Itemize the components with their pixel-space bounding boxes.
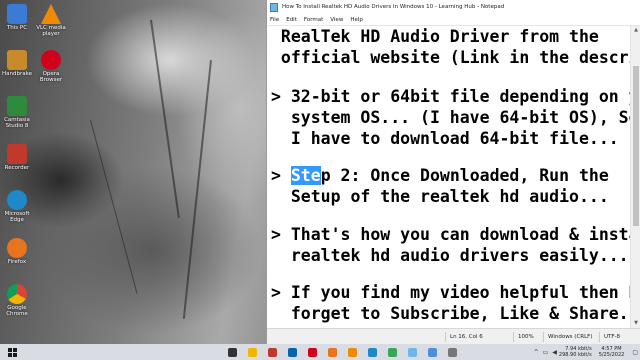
desktop-icon-opera[interactable]: Opera Browser bbox=[36, 50, 66, 83]
desktop-icon-camtasia[interactable]: Camtasia Studio 8 bbox=[2, 96, 32, 129]
desktop-icon-edge[interactable]: Microsoft Edge bbox=[2, 190, 32, 223]
text-editor-area[interactable]: RealTek HD Audio Driver from the officia… bbox=[267, 26, 631, 328]
handbrake-icon bbox=[7, 50, 27, 70]
desktop-icon-handbrake[interactable]: Handbrake bbox=[2, 50, 32, 77]
status-line-ending: Windows (CRLF) bbox=[543, 331, 599, 342]
status-bar: Ln 16, Col 6 100% Windows (CRLF) UTF-8 bbox=[267, 328, 640, 344]
notepad-window[interactable]: How To Install Realtek HD Audio Drivers … bbox=[266, 0, 640, 344]
wallpaper-crack bbox=[90, 119, 138, 294]
text-paragraph: > Step 2: Once Downloaded, Run the Setup… bbox=[271, 165, 629, 207]
this-pc-icon bbox=[7, 4, 27, 24]
text-paragraph: RealTek HD Audio Driver from the officia… bbox=[280, 27, 631, 67]
taskbar-chrome-button[interactable] bbox=[384, 344, 400, 360]
taskbar-opera-button[interactable] bbox=[304, 344, 320, 360]
recorder-icon bbox=[7, 144, 27, 164]
edge-icon bbox=[367, 347, 377, 357]
wallpaper-crack bbox=[150, 19, 180, 219]
desktop-icon-recorder[interactable]: Recorder bbox=[2, 144, 32, 171]
taskbar-photos-button[interactable] bbox=[424, 344, 440, 360]
notepad-icon bbox=[407, 347, 417, 357]
window-titlebar[interactable]: How To Install Realtek HD Audio Drivers … bbox=[267, 0, 640, 14]
scroll-up-arrow-icon[interactable]: ▲ bbox=[631, 26, 640, 35]
chrome-icon bbox=[7, 284, 27, 304]
taskbar-edge-button[interactable] bbox=[364, 344, 380, 360]
settings-icon bbox=[447, 347, 457, 357]
system-tray: ^ ▭ ◀ 7.94 kbit/s 298.90 kbit/s 4:57 PM … bbox=[532, 344, 640, 360]
network-down-speed: 298.90 kbit/s bbox=[558, 352, 592, 358]
menu-view[interactable]: View bbox=[330, 17, 343, 23]
network-icon[interactable]: ▭ bbox=[543, 349, 549, 356]
text-paragraph: > 32-bit or 64bit file depending on your… bbox=[271, 87, 631, 148]
camtasia-icon bbox=[7, 96, 27, 116]
taskbar-task-view-button[interactable] bbox=[224, 344, 240, 360]
desktop-icon-vlc[interactable]: VLC media player bbox=[36, 4, 66, 37]
text-selection: Ste bbox=[290, 166, 321, 185]
taskbar-vlc-button[interactable] bbox=[344, 344, 360, 360]
desktop-icon-this-pc[interactable]: This PC bbox=[2, 4, 32, 31]
chrome-icon bbox=[387, 347, 397, 357]
vertical-scrollbar[interactable]: ▲ ▼ bbox=[630, 26, 640, 328]
taskbar-mail-button[interactable] bbox=[284, 344, 300, 360]
notepad-icon bbox=[270, 2, 278, 12]
opera-icon bbox=[307, 347, 317, 357]
taskbar-file-explorer-button[interactable] bbox=[244, 344, 260, 360]
clock-date: 5/25/2022 bbox=[598, 352, 625, 358]
clock[interactable]: 4:57 PM 5/25/2022 bbox=[599, 346, 625, 358]
chevron-up-icon[interactable]: ^ bbox=[534, 349, 539, 356]
menu-help[interactable]: Help bbox=[350, 17, 363, 23]
vlc-icon bbox=[41, 4, 61, 24]
mail-icon bbox=[287, 347, 297, 357]
taskbar-firefox-button[interactable] bbox=[324, 344, 340, 360]
desktop-icon-chrome[interactable]: Google Chrome bbox=[2, 284, 32, 317]
screen-recorder-icon bbox=[267, 347, 277, 357]
start-button[interactable] bbox=[4, 344, 20, 360]
task-view-icon bbox=[227, 347, 237, 357]
menu-edit[interactable]: Edit bbox=[286, 17, 297, 23]
opera-icon bbox=[41, 50, 61, 70]
text-fragment: > bbox=[271, 166, 291, 185]
desktop-icon-firefox[interactable]: Firefox bbox=[2, 238, 32, 265]
firefox-icon bbox=[327, 347, 337, 357]
taskbar-settings-button[interactable] bbox=[444, 344, 460, 360]
edge-icon bbox=[7, 190, 27, 210]
firefox-icon bbox=[7, 238, 27, 258]
network-speed: 7.94 kbit/s 298.90 kbit/s bbox=[559, 346, 592, 358]
wallpaper-crack bbox=[182, 60, 212, 319]
taskbar: ^ ▭ ◀ 7.94 kbit/s 298.90 kbit/s 4:57 PM … bbox=[0, 344, 640, 360]
file-explorer-icon bbox=[247, 347, 257, 357]
scroll-down-arrow-icon[interactable]: ▼ bbox=[631, 319, 640, 328]
menu-file[interactable]: File bbox=[270, 17, 279, 23]
text-fragment: p 2: Once Downloaded, Run the Setup of t… bbox=[290, 166, 609, 206]
notification-icon[interactable]: ▢ bbox=[632, 349, 638, 356]
taskbar-screen-recorder-button[interactable] bbox=[264, 344, 280, 360]
status-encoding: UTF-8 bbox=[599, 331, 640, 342]
vlc-icon bbox=[347, 347, 357, 357]
status-cursor-position: Ln 16, Col 6 bbox=[445, 331, 513, 342]
windows-logo-icon bbox=[7, 347, 17, 357]
menu-format[interactable]: Format bbox=[304, 17, 323, 23]
taskbar-notepad-button[interactable] bbox=[404, 344, 420, 360]
menu-bar: File Edit Format View Help bbox=[267, 14, 640, 26]
volume-icon[interactable]: ◀ bbox=[552, 349, 557, 356]
status-zoom: 100% bbox=[513, 331, 543, 342]
window-title: How To Install Realtek HD Audio Drivers … bbox=[282, 4, 505, 10]
photos-icon bbox=[427, 347, 437, 357]
scrollbar-thumb[interactable] bbox=[633, 66, 639, 226]
text-paragraph: > That's how you can download & install … bbox=[271, 225, 631, 265]
text-paragraph: > If you find my video helpful then Don'… bbox=[271, 283, 631, 323]
